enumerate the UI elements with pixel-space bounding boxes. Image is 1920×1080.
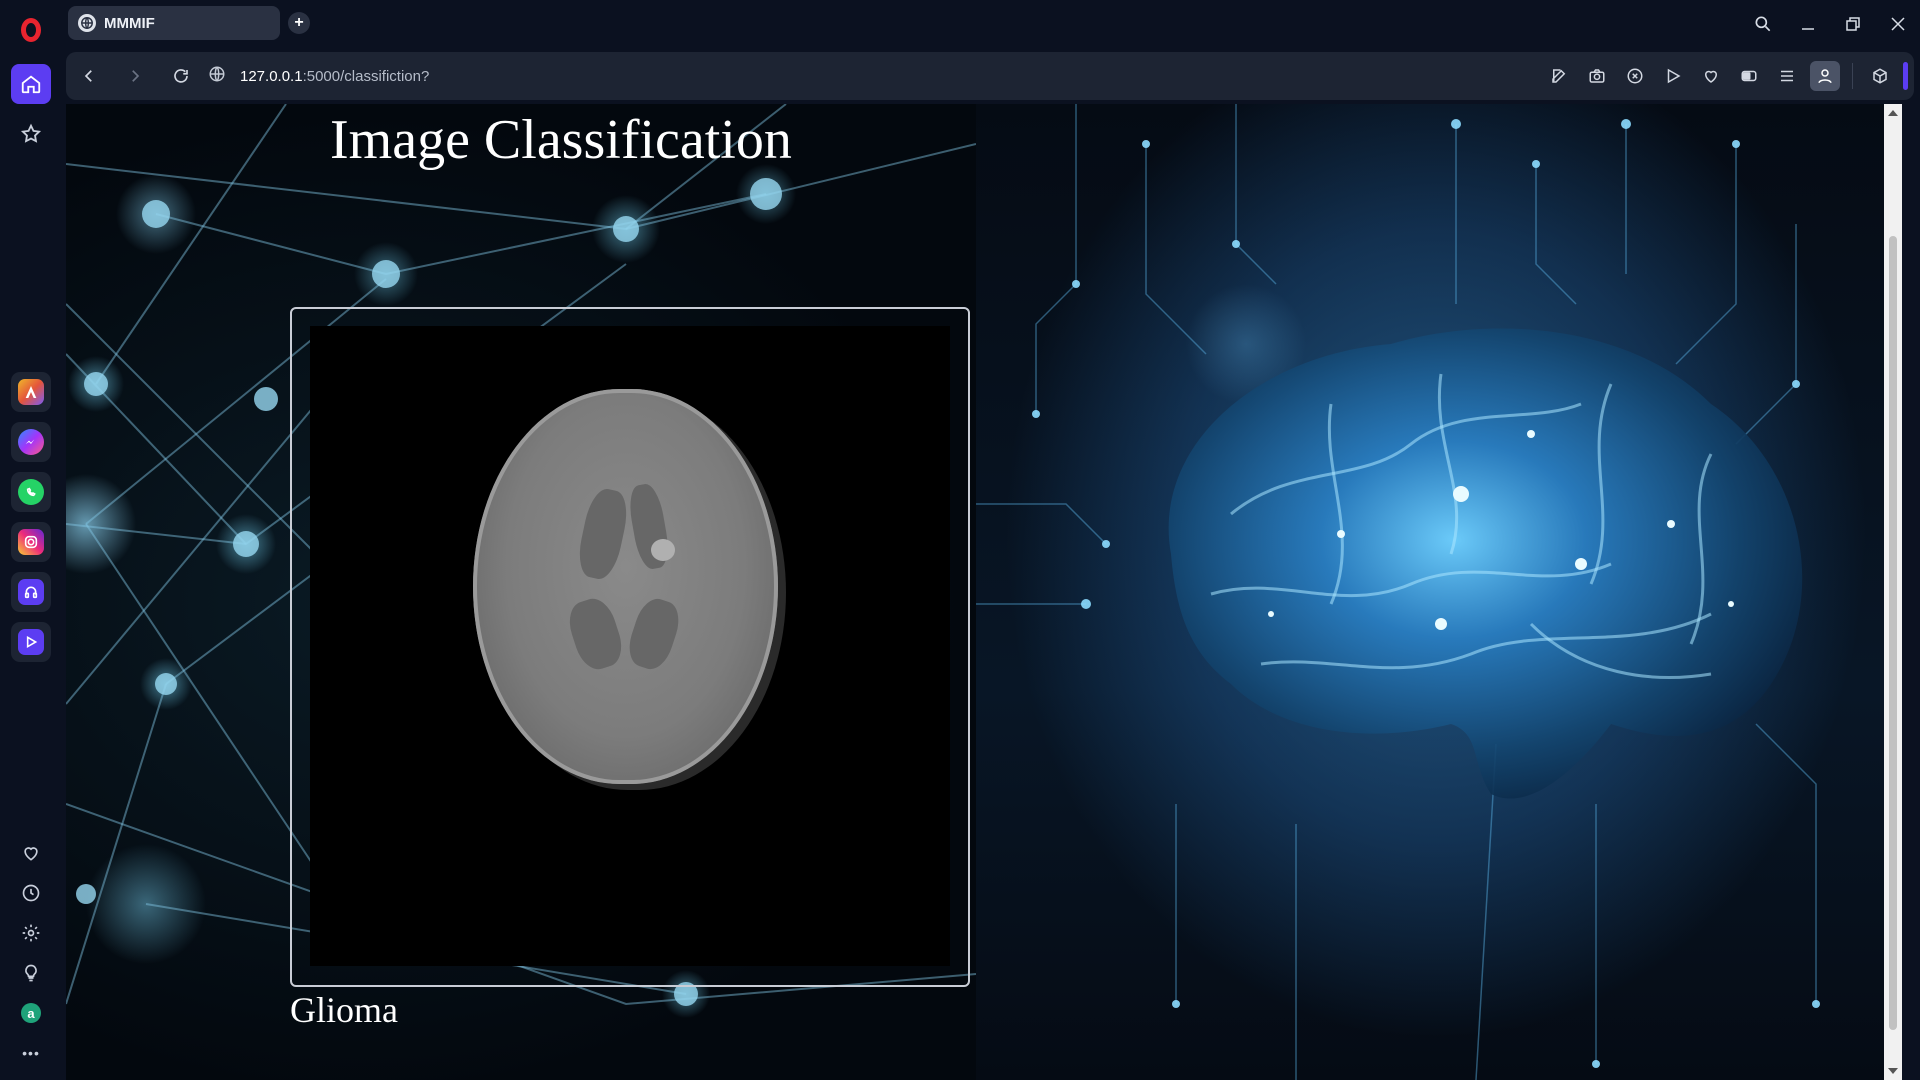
whatsapp-icon bbox=[18, 479, 44, 505]
snapshot-camera-icon[interactable] bbox=[1582, 61, 1612, 91]
ad-blocker-icon[interactable] bbox=[1620, 61, 1650, 91]
sidebar-app-aria[interactable] bbox=[11, 372, 51, 412]
close-icon[interactable] bbox=[1875, 0, 1920, 48]
site-info-globe-icon[interactable] bbox=[208, 65, 226, 88]
music-player-icon bbox=[18, 579, 44, 605]
opera-sidebar: a ••• bbox=[0, 0, 62, 1080]
toolbar-separator bbox=[1852, 63, 1853, 89]
minimize-icon[interactable] bbox=[1785, 0, 1830, 48]
accent-indicator bbox=[1903, 62, 1908, 90]
opera-logo-icon[interactable] bbox=[15, 14, 47, 46]
profile-icon[interactable] bbox=[1810, 61, 1840, 91]
battery-saver-icon[interactable] bbox=[1734, 61, 1764, 91]
sidebar-app-whatsapp[interactable] bbox=[11, 472, 51, 512]
url-path: :5000/classifiction? bbox=[302, 67, 430, 85]
home-button[interactable] bbox=[11, 64, 51, 104]
sidebar-app-music[interactable] bbox=[11, 572, 51, 612]
ct-head-slice bbox=[472, 388, 778, 784]
aria-account-icon[interactable]: a bbox=[18, 1000, 44, 1026]
speed-dial-star-icon[interactable] bbox=[11, 114, 51, 154]
reload-button[interactable] bbox=[158, 52, 204, 100]
tab-title: MMMIF bbox=[104, 14, 155, 32]
instagram-icon bbox=[18, 529, 44, 555]
bookmark-heart-icon[interactable] bbox=[1696, 61, 1726, 91]
window-controls bbox=[1740, 0, 1920, 48]
search-tabs-icon[interactable] bbox=[1740, 0, 1785, 48]
browser-window: a ••• MMMIF + 127.0.0.1:5000/classificti… bbox=[0, 0, 1920, 1080]
lesion-region bbox=[650, 538, 675, 561]
classification-result: Glioma bbox=[290, 990, 398, 1030]
edit-page-icon[interactable] bbox=[1544, 61, 1574, 91]
page-viewport: Image Classification Glioma bbox=[66, 104, 1902, 1080]
address-toolbar: 127.0.0.1:5000/classifiction? bbox=[66, 52, 1914, 100]
player-icon bbox=[18, 629, 44, 655]
new-tab-button[interactable]: + bbox=[288, 12, 310, 34]
scroll-up-arrow-icon[interactable] bbox=[1888, 110, 1898, 116]
forward-button[interactable] bbox=[112, 52, 158, 100]
scroll-down-arrow-icon[interactable] bbox=[1888, 1068, 1898, 1074]
tab-mmmif[interactable]: MMMIF bbox=[68, 6, 280, 40]
back-button[interactable] bbox=[66, 52, 112, 100]
sidebar-app-instagram[interactable] bbox=[11, 522, 51, 562]
restore-icon[interactable] bbox=[1830, 0, 1875, 48]
send-flow-icon[interactable] bbox=[1658, 61, 1688, 91]
url-text[interactable]: 127.0.0.1:5000/classifiction? bbox=[240, 68, 429, 85]
page-title: Image Classification bbox=[330, 109, 792, 171]
settings-gear-icon[interactable] bbox=[18, 920, 44, 946]
vertical-scrollbar[interactable] bbox=[1884, 104, 1902, 1080]
globe-icon bbox=[78, 14, 96, 32]
extensions-cube-icon[interactable] bbox=[1865, 61, 1895, 91]
lightbulb-icon[interactable] bbox=[18, 960, 44, 986]
address-bar[interactable]: 127.0.0.1:5000/classifiction? bbox=[208, 52, 429, 100]
more-options-icon[interactable]: ••• bbox=[18, 1040, 44, 1066]
tab-strip: MMMIF + bbox=[62, 0, 1920, 48]
glowing-brain-illustration bbox=[1168, 328, 1803, 799]
sidebar-app-messenger[interactable] bbox=[11, 422, 51, 462]
messenger-icon bbox=[18, 429, 44, 455]
sidebar-app-player[interactable] bbox=[11, 622, 51, 662]
aria-icon bbox=[18, 379, 44, 405]
easy-setup-menu-icon[interactable] bbox=[1772, 61, 1802, 91]
url-host: 127.0.0.1 bbox=[240, 67, 303, 85]
heart-icon[interactable] bbox=[18, 840, 44, 866]
uploaded-ct-scan-image bbox=[310, 326, 950, 966]
history-clock-icon[interactable] bbox=[18, 880, 44, 906]
scroll-thumb[interactable] bbox=[1889, 236, 1897, 1030]
